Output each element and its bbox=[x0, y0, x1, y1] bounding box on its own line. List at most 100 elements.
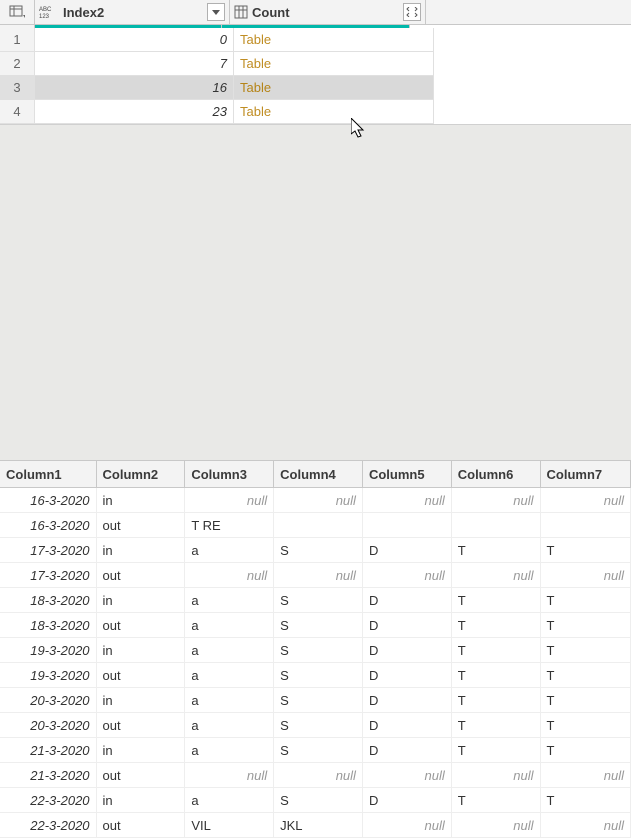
cell-c3[interactable]: a bbox=[185, 638, 274, 662]
cell-c1[interactable]: 18-3-2020 bbox=[0, 613, 97, 637]
column-header-column7[interactable]: Column7 bbox=[541, 461, 631, 487]
cell-c1[interactable]: 16-3-2020 bbox=[0, 488, 97, 512]
cell-c2[interactable]: in bbox=[97, 688, 186, 712]
cell-c4[interactable]: null bbox=[274, 488, 363, 512]
cell-c6[interactable]: null bbox=[452, 763, 541, 787]
cell-count-table-link[interactable]: Table bbox=[234, 76, 434, 100]
cell-c5[interactable]: D bbox=[363, 738, 452, 762]
cell-c3[interactable]: null bbox=[185, 563, 274, 587]
cell-c4[interactable]: S bbox=[274, 713, 363, 737]
cell-c6[interactable]: null bbox=[452, 563, 541, 587]
column-header-column1[interactable]: Column1 bbox=[0, 461, 97, 487]
cell-c2[interactable]: in bbox=[97, 738, 186, 762]
cell-c7[interactable]: null bbox=[541, 563, 631, 587]
cell-c4[interactable] bbox=[274, 513, 363, 537]
table-row[interactable]: 16-3-2020outT RE bbox=[0, 513, 631, 538]
cell-c5[interactable]: null bbox=[363, 563, 452, 587]
cell-c7[interactable]: T bbox=[541, 538, 631, 562]
cell-c5[interactable]: D bbox=[363, 788, 452, 812]
row-number[interactable]: 4 bbox=[0, 100, 35, 124]
cell-c2[interactable]: out bbox=[97, 513, 186, 537]
cell-c5[interactable]: D bbox=[363, 713, 452, 737]
column-header-column6[interactable]: Column6 bbox=[452, 461, 541, 487]
cell-c1[interactable]: 21-3-2020 bbox=[0, 738, 97, 762]
cell-c5[interactable]: D bbox=[363, 613, 452, 637]
cell-c7[interactable]: T bbox=[541, 713, 631, 737]
table-row[interactable]: 19-3-2020inaSDTT bbox=[0, 638, 631, 663]
cell-c3[interactable]: a bbox=[185, 788, 274, 812]
cell-c4[interactable]: JKL bbox=[274, 813, 363, 837]
cell-c3[interactable]: a bbox=[185, 713, 274, 737]
cell-c1[interactable]: 20-3-2020 bbox=[0, 688, 97, 712]
cell-c4[interactable]: S bbox=[274, 588, 363, 612]
cell-c6[interactable]: T bbox=[452, 638, 541, 662]
table-row[interactable]: 22-3-2020inaSDTT bbox=[0, 788, 631, 813]
cell-c2[interactable]: in bbox=[97, 788, 186, 812]
cell-c1[interactable]: 18-3-2020 bbox=[0, 588, 97, 612]
cell-c6[interactable]: T bbox=[452, 713, 541, 737]
cell-c3[interactable]: null bbox=[185, 488, 274, 512]
cell-c6[interactable]: T bbox=[452, 688, 541, 712]
cell-c1[interactable]: 16-3-2020 bbox=[0, 513, 97, 537]
table-row[interactable]: 19-3-2020outaSDTT bbox=[0, 663, 631, 688]
cell-c1[interactable]: 22-3-2020 bbox=[0, 813, 97, 837]
cell-c6[interactable]: T bbox=[452, 738, 541, 762]
cell-c5[interactable]: D bbox=[363, 538, 452, 562]
cell-c7[interactable]: T bbox=[541, 638, 631, 662]
cell-c4[interactable]: S bbox=[274, 613, 363, 637]
cell-index2[interactable]: 7 bbox=[35, 52, 234, 76]
cell-c3[interactable]: a bbox=[185, 538, 274, 562]
cell-index2[interactable]: 0 bbox=[35, 28, 234, 52]
table-row[interactable]: 316Table bbox=[0, 76, 631, 100]
row-number[interactable]: 3 bbox=[0, 76, 35, 100]
cell-c7[interactable]: null bbox=[541, 813, 631, 837]
cell-c3[interactable]: a bbox=[185, 613, 274, 637]
cell-count-table-link[interactable]: Table bbox=[234, 52, 434, 76]
cell-c4[interactable]: S bbox=[274, 538, 363, 562]
cell-c6[interactable]: T bbox=[452, 613, 541, 637]
cell-c7[interactable]: T bbox=[541, 788, 631, 812]
cell-c1[interactable]: 21-3-2020 bbox=[0, 763, 97, 787]
cell-c5[interactable]: D bbox=[363, 663, 452, 687]
cell-c3[interactable]: a bbox=[185, 738, 274, 762]
cell-c6[interactable]: T bbox=[452, 788, 541, 812]
cell-index2[interactable]: 23 bbox=[35, 100, 234, 124]
cell-count-table-link[interactable]: Table bbox=[234, 100, 434, 124]
cell-c3[interactable]: T RE bbox=[185, 513, 274, 537]
column-header-index2[interactable]: ABC 123 Index2 bbox=[35, 0, 230, 24]
cell-c5[interactable]: null bbox=[363, 813, 452, 837]
cell-c2[interactable]: in bbox=[97, 538, 186, 562]
table-row[interactable]: 20-3-2020inaSDTT bbox=[0, 688, 631, 713]
cell-c7[interactable]: T bbox=[541, 588, 631, 612]
cell-count-table-link[interactable]: Table bbox=[234, 28, 434, 52]
table-row[interactable]: 16-3-2020innullnullnullnullnull bbox=[0, 488, 631, 513]
cell-c4[interactable]: S bbox=[274, 638, 363, 662]
cell-c7[interactable]: T bbox=[541, 663, 631, 687]
table-row[interactable]: 21-3-2020inaSDTT bbox=[0, 738, 631, 763]
cell-c6[interactable]: T bbox=[452, 663, 541, 687]
row-number-header[interactable] bbox=[0, 0, 35, 24]
table-row[interactable]: 17-3-2020outnullnullnullnullnull bbox=[0, 563, 631, 588]
column-header-column4[interactable]: Column4 bbox=[274, 461, 363, 487]
cell-c4[interactable]: null bbox=[274, 763, 363, 787]
cell-c1[interactable]: 17-3-2020 bbox=[0, 538, 97, 562]
cell-c5[interactable]: D bbox=[363, 588, 452, 612]
cell-c2[interactable]: in bbox=[97, 588, 186, 612]
cell-c7[interactable]: T bbox=[541, 613, 631, 637]
cell-c3[interactable]: null bbox=[185, 763, 274, 787]
cell-c6[interactable]: T bbox=[452, 588, 541, 612]
table-row[interactable]: 10Table bbox=[0, 28, 631, 52]
cell-c1[interactable]: 17-3-2020 bbox=[0, 563, 97, 587]
cell-c3[interactable]: a bbox=[185, 588, 274, 612]
cell-c6[interactable]: T bbox=[452, 538, 541, 562]
cell-c4[interactable]: null bbox=[274, 563, 363, 587]
table-row[interactable]: 18-3-2020outaSDTT bbox=[0, 613, 631, 638]
table-row[interactable]: 21-3-2020outnullnullnullnullnull bbox=[0, 763, 631, 788]
cell-c5[interactable]: D bbox=[363, 638, 452, 662]
cell-c2[interactable]: out bbox=[97, 563, 186, 587]
table-row[interactable]: 423Table bbox=[0, 100, 631, 124]
cell-c2[interactable]: out bbox=[97, 763, 186, 787]
table-row[interactable]: 27Table bbox=[0, 52, 631, 76]
column-header-count[interactable]: Count bbox=[230, 0, 426, 24]
cell-c4[interactable]: S bbox=[274, 738, 363, 762]
